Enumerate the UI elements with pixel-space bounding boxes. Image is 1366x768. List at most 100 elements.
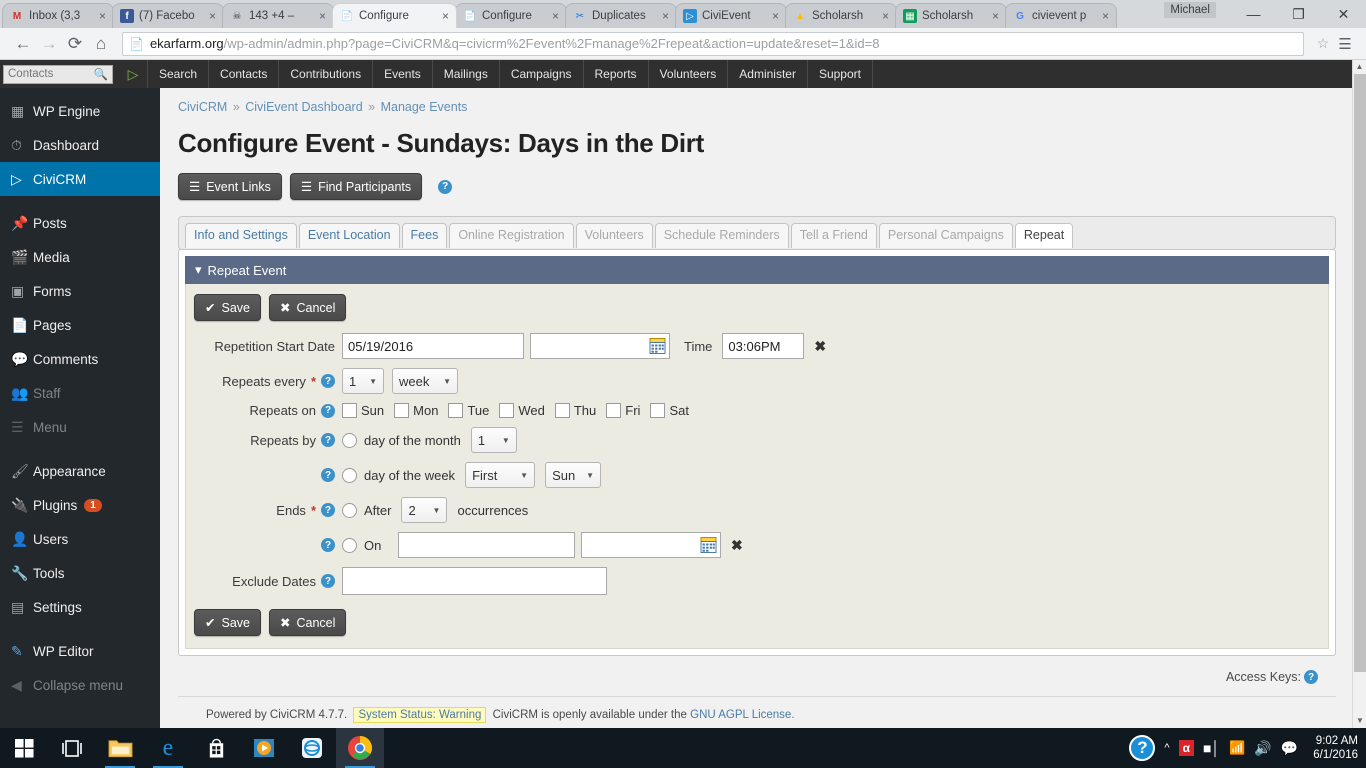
tab-volunteers[interactable]: Volunteers bbox=[575, 223, 653, 248]
volume-icon[interactable]: 🔊 bbox=[1254, 740, 1271, 757]
chrome-icon[interactable] bbox=[336, 728, 384, 768]
repeat-event-panel-header[interactable]: ▾ Repeat Event bbox=[185, 256, 1329, 284]
time-input[interactable]: 03:06PM bbox=[722, 333, 805, 359]
tab-personal-campaigns[interactable]: Personal Campaigns bbox=[878, 223, 1013, 248]
notifications-icon[interactable]: 💬 bbox=[1281, 740, 1298, 757]
day-of-week-ordinal-select[interactable]: First ▼ bbox=[465, 462, 536, 488]
sidebar-item-forms[interactable]: ▣ Forms bbox=[0, 274, 160, 308]
clear-start-date-icon[interactable]: ✖ bbox=[814, 338, 826, 355]
browser-tab[interactable]: G civievent p × bbox=[1005, 3, 1117, 28]
help-icon[interactable]: ? bbox=[321, 468, 335, 482]
help-icon[interactable]: ? bbox=[321, 574, 335, 588]
tab-close-icon[interactable]: × bbox=[206, 9, 219, 23]
sidebar-item-dashboard[interactable]: ⏱ Dashboard bbox=[0, 128, 160, 162]
calendar-icon[interactable] bbox=[700, 537, 717, 553]
gnu-agpl-license-link[interactable]: GNU AGPL License. bbox=[690, 709, 794, 721]
scroll-up-arrow-icon[interactable]: ▲ bbox=[1353, 60, 1366, 74]
sidebar-item-settings[interactable]: ▤ Settings bbox=[0, 590, 160, 624]
browser-menu-icon[interactable]: ☰ bbox=[1334, 35, 1356, 53]
day-of-week-day-select[interactable]: Sun ▼ bbox=[545, 462, 602, 488]
ie-icon[interactable] bbox=[288, 728, 336, 768]
checkbox-mon[interactable] bbox=[394, 403, 410, 418]
breadcrumb-civicrm[interactable]: CiviCRM bbox=[178, 100, 227, 114]
help-icon[interactable]: ? bbox=[321, 503, 335, 517]
checkbox-wed[interactable] bbox=[499, 403, 515, 418]
bookmark-star-icon[interactable]: ☆ bbox=[1312, 35, 1334, 52]
tab-info-and-settings[interactable]: Info and Settings bbox=[185, 223, 297, 248]
civimenu-mailings[interactable]: Mailings bbox=[431, 60, 499, 88]
breadcrumb-manage-events[interactable]: Manage Events bbox=[381, 100, 468, 114]
browser-tab[interactable]: ✂ Duplicates × bbox=[565, 3, 677, 28]
sidebar-item-pages[interactable]: 📄 Pages bbox=[0, 308, 160, 342]
minimize-button[interactable]: — bbox=[1231, 0, 1276, 28]
help-icon[interactable]: ? bbox=[438, 179, 453, 194]
radio-ends-after[interactable] bbox=[342, 502, 357, 518]
breadcrumb-civievent-dashboard[interactable]: CiviEvent Dashboard bbox=[245, 100, 362, 114]
sidebar-item-staff[interactable]: 👥 Staff bbox=[0, 376, 160, 410]
repeats-every-count-select[interactable]: 1 ▼ bbox=[342, 368, 384, 394]
help-icon[interactable]: ? bbox=[321, 403, 335, 418]
checkbox-sun[interactable] bbox=[342, 403, 357, 418]
sidebar-item-collapse-menu[interactable]: ◀ Collapse menu bbox=[0, 668, 160, 702]
reload-button[interactable]: ⟳ bbox=[62, 31, 88, 57]
system-status-badge[interactable]: System Status: Warning bbox=[353, 707, 487, 723]
collapse-triangle-icon[interactable]: ▾ bbox=[195, 262, 202, 278]
home-button[interactable]: ⌂ bbox=[88, 31, 114, 57]
browser-tab[interactable]: ▲ Scholarsh × bbox=[785, 3, 897, 28]
civimenu-reports[interactable]: Reports bbox=[582, 60, 648, 88]
tab-event-location[interactable]: Event Location bbox=[298, 223, 400, 248]
civimenu-volunteers[interactable]: Volunteers bbox=[647, 60, 728, 88]
day-of-month-select[interactable]: 1 ▼ bbox=[470, 427, 517, 453]
civimenu-events[interactable]: Events bbox=[372, 60, 432, 88]
checkbox-tue[interactable] bbox=[448, 403, 464, 418]
tab-schedule-reminders[interactable]: Schedule Reminders bbox=[654, 223, 789, 248]
file-explorer-icon[interactable] bbox=[96, 728, 144, 768]
radio-ends-on[interactable] bbox=[342, 537, 357, 553]
civicrm-logo[interactable]: ▷ bbox=[119, 66, 147, 83]
tab-close-icon[interactable]: × bbox=[989, 9, 1002, 23]
cancel-button-top[interactable]: ✖ Cancel bbox=[268, 294, 347, 321]
repetition-start-date-input[interactable]: 05/19/2016 bbox=[342, 333, 524, 359]
maximize-button[interactable]: ❐ bbox=[1276, 0, 1321, 28]
taskview-icon[interactable] bbox=[48, 728, 96, 768]
radio-day-of-week[interactable] bbox=[342, 467, 357, 483]
user-chip[interactable]: Michael bbox=[1164, 2, 1216, 18]
event-links-button[interactable]: ☰ Event Links bbox=[178, 173, 282, 200]
civimenu-campaigns[interactable]: Campaigns bbox=[498, 60, 583, 88]
help-icon[interactable]: ? bbox=[321, 374, 335, 388]
scrollbar-thumb[interactable] bbox=[1354, 74, 1366, 672]
battery-icon[interactable]: ■│ bbox=[1203, 740, 1220, 756]
tab-close-icon[interactable]: × bbox=[96, 9, 109, 23]
civimenu-administer[interactable]: Administer bbox=[727, 60, 807, 88]
browser-tab[interactable]: 📄 Configure × bbox=[455, 3, 567, 28]
civimenu-contacts[interactable]: Contacts bbox=[208, 60, 278, 88]
save-button-bottom[interactable]: ✔ Save bbox=[194, 609, 261, 636]
sidebar-item-posts[interactable]: 📌 Posts bbox=[0, 206, 160, 240]
store-icon[interactable] bbox=[192, 728, 240, 768]
repeats-every-unit-select[interactable]: week ▼ bbox=[392, 368, 458, 394]
sidebar-item-tools[interactable]: 🔧 Tools bbox=[0, 556, 160, 590]
antivirus-icon[interactable]: α bbox=[1178, 740, 1194, 756]
start-icon[interactable] bbox=[0, 728, 48, 768]
radio-day-of-month[interactable] bbox=[342, 432, 357, 448]
back-button[interactable]: ← bbox=[10, 31, 36, 57]
help-icon[interactable]: ? bbox=[1129, 735, 1156, 761]
sidebar-item-users[interactable]: 👤 Users bbox=[0, 522, 160, 556]
civimenu-search[interactable]: Search bbox=[147, 60, 208, 88]
browser-tab[interactable]: ▷ CiviEvent × bbox=[675, 3, 787, 28]
calendar-icon[interactable] bbox=[649, 338, 666, 354]
browser-tab[interactable]: M Inbox (3,3 × bbox=[2, 3, 114, 28]
search-icon[interactable]: 🔍 bbox=[94, 67, 108, 81]
tab-close-icon[interactable]: × bbox=[769, 9, 782, 23]
civimenu-contributions[interactable]: Contributions bbox=[278, 60, 372, 88]
sidebar-item-comments[interactable]: 💬 Comments bbox=[0, 342, 160, 376]
tab-tell-a-friend[interactable]: Tell a Friend bbox=[790, 223, 877, 248]
tab-close-icon[interactable]: × bbox=[439, 9, 452, 23]
civicrm-quicksearch-input[interactable]: Contacts 🔍 bbox=[3, 64, 113, 84]
scroll-down-arrow-icon[interactable]: ▼ bbox=[1353, 714, 1366, 728]
checkbox-thu[interactable] bbox=[554, 403, 570, 418]
clear-ends-on-date-icon[interactable]: ✖ bbox=[731, 537, 743, 554]
civimenu-support[interactable]: Support bbox=[806, 60, 873, 88]
tab-close-icon[interactable]: × bbox=[316, 9, 329, 23]
page-scrollbar[interactable]: ▲ ▼ bbox=[1352, 60, 1366, 728]
